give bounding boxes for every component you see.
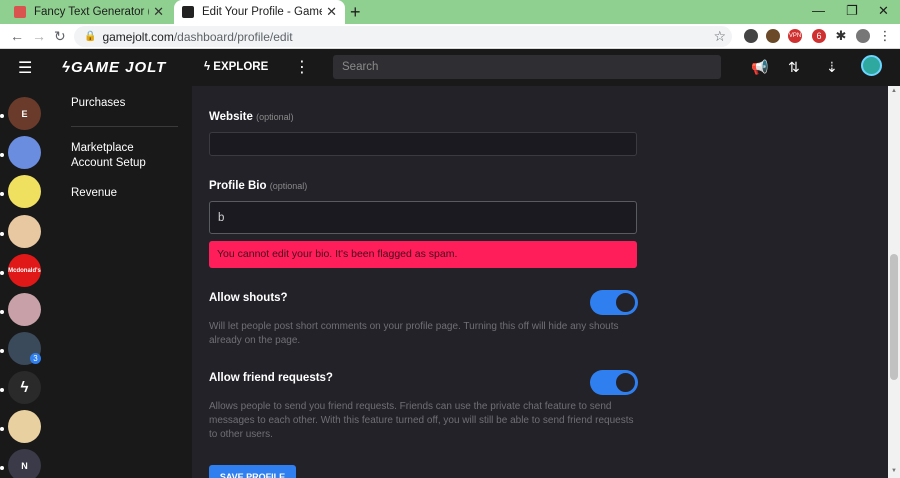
page-scrollbar[interactable]: ▲ ▼ (888, 86, 900, 478)
friend-requests-toggle[interactable] (590, 370, 638, 395)
save-profile-button[interactable]: SAVE PROFILE (209, 465, 296, 478)
extension-badge-icon[interactable]: 6 (812, 29, 826, 43)
active-indicator (0, 388, 4, 392)
extension-icon[interactable] (766, 29, 780, 43)
user-avatar[interactable] (861, 55, 882, 76)
forward-icon[interactable]: → (32, 28, 46, 44)
friends-sidebar: E Mcdonald's 3 ϟ N (0, 86, 48, 478)
active-indicator (0, 427, 4, 431)
active-indicator (0, 349, 4, 353)
browser-menu-icon[interactable]: ⋮ (878, 28, 892, 43)
friend-avatar[interactable] (8, 175, 41, 208)
friend-requests-help-text: Allows people to send you friend request… (209, 401, 634, 440)
tab-title: Edit Your Profile - Game Jolt (202, 6, 322, 18)
friend-avatar[interactable] (8, 136, 41, 169)
friend-avatar[interactable] (8, 215, 41, 248)
activity-icon[interactable]: ⇅ (788, 59, 800, 76)
friend-avatar[interactable] (8, 293, 41, 326)
nav-divider (71, 126, 178, 127)
nav-item-marketplace-account-setup[interactable]: Marketplace Account Setup (71, 141, 161, 171)
lock-icon: 🔒 (84, 31, 97, 42)
gamejolt-favicon-icon (182, 6, 194, 18)
profile-avatar-icon[interactable] (856, 29, 870, 43)
active-indicator (0, 192, 4, 196)
bio-error-message: You cannot edit your bio. It's been flag… (209, 241, 637, 268)
shouts-toggle[interactable] (590, 290, 638, 315)
bio-label-text: Profile Bio (209, 180, 267, 192)
active-indicator (0, 310, 4, 314)
explore-icon: ϟ (204, 61, 214, 73)
browser-toolbar: ← → ↻ 🔒 gamejolt.com/dashboard/profile/e… (0, 24, 900, 49)
bookmark-star-icon[interactable]: ☆ (713, 28, 726, 45)
browser-tab-strip: Fancy Text Generator (𝓬𝓸𝓹𝔂 𝓪𝓷𝓭 ✕ Edit Yo… (0, 0, 900, 24)
friend-requests-label: Allow friend requests? (209, 372, 333, 384)
scroll-up-icon[interactable]: ▲ (891, 88, 897, 94)
bio-label: Profile Bio (optional) (209, 180, 307, 192)
shouts-label: Allow shouts? (209, 292, 288, 304)
puzzle-icon[interactable]: ✱ (834, 28, 848, 43)
friend-avatar[interactable]: N (8, 449, 41, 478)
tab-favicon-icon (14, 6, 26, 18)
browser-tab-fancy-text[interactable]: Fancy Text Generator (𝓬𝓸𝓹𝔂 𝓪𝓷𝓭 ✕ (6, 0, 172, 24)
active-indicator (0, 232, 4, 236)
close-tab-icon[interactable]: ✕ (326, 4, 337, 20)
unread-badge: 3 (30, 353, 41, 364)
avatar-label: N (21, 460, 28, 471)
explore-label: EXPLORE (213, 61, 269, 73)
avatar-label: E (21, 108, 28, 119)
extension-icon[interactable] (744, 29, 758, 43)
extension-vpn-icon[interactable]: VPN (788, 29, 802, 43)
extension-badge-count: 6 (816, 31, 822, 41)
gamejolt-logo[interactable]: ϟGAME JOLT (62, 59, 166, 76)
bio-textarea[interactable]: b (209, 201, 637, 234)
friend-avatar[interactable]: Mcdonald's (8, 254, 41, 287)
browser-tab-game-jolt[interactable]: Edit Your Profile - Game Jolt ✕ (174, 0, 345, 24)
shouts-help-text: Will let people post short comments on y… (209, 321, 619, 346)
avatar-label: Mcdonald's (8, 267, 41, 274)
search-input[interactable]: Search (333, 55, 721, 79)
friend-avatar[interactable] (8, 410, 41, 443)
optional-tag: (optional) (256, 112, 294, 122)
nav-item-purchases[interactable]: Purchases (71, 96, 125, 111)
megaphone-icon[interactable]: 📢 (751, 59, 768, 76)
address-bar[interactable]: 🔒 gamejolt.com/dashboard/profile/edit ☆ (74, 26, 732, 47)
url-path: /dashboard/profile/edit (173, 29, 293, 44)
hamburger-menu-icon[interactable]: ☰ (18, 58, 32, 78)
scrollbar-thumb[interactable] (890, 254, 898, 380)
toggle-knob (614, 371, 637, 394)
scroll-down-icon[interactable]: ▼ (891, 468, 897, 474)
minimize-icon[interactable]: — (812, 3, 825, 18)
dashboard-nav: Purchases Marketplace Account Setup Reve… (48, 86, 192, 478)
logo-text: GAME JOLT (70, 59, 167, 76)
profile-edit-form: Website (optional) Profile Bio (optional… (192, 86, 888, 478)
restore-icon[interactable]: ❐ (846, 3, 858, 19)
explore-link[interactable]: ϟ EXPLORE (204, 61, 268, 73)
site-header: ☰ ϟGAME JOLT ϟ EXPLORE ⋮ Search 📢 ⇅ ⇣ (0, 50, 900, 86)
url-domain: gamejolt.com (102, 29, 174, 44)
toggle-knob (614, 291, 637, 314)
website-input[interactable] (209, 132, 637, 156)
back-icon[interactable]: ← (10, 28, 24, 44)
tab-title: Fancy Text Generator (𝓬𝓸𝓹𝔂 𝓪𝓷𝓭 (34, 5, 149, 18)
reload-icon[interactable]: ↻ (54, 28, 66, 45)
more-options-icon[interactable]: ⋮ (294, 57, 310, 77)
friend-avatar[interactable]: E (8, 97, 41, 130)
optional-tag: (optional) (269, 181, 308, 191)
active-indicator (0, 153, 4, 157)
close-tab-icon[interactable]: ✕ (153, 4, 164, 20)
website-label-text: Website (209, 111, 253, 123)
friend-avatar[interactable]: ϟ (8, 371, 41, 404)
nav-item-revenue[interactable]: Revenue (71, 186, 117, 201)
active-indicator (0, 114, 4, 118)
active-indicator (0, 466, 4, 470)
notifications-icon[interactable]: ⇣ (826, 59, 838, 76)
active-indicator (0, 271, 4, 275)
new-tab-button[interactable]: + (350, 2, 361, 23)
website-label: Website (optional) (209, 111, 294, 123)
close-window-icon[interactable]: ✕ (878, 3, 889, 19)
